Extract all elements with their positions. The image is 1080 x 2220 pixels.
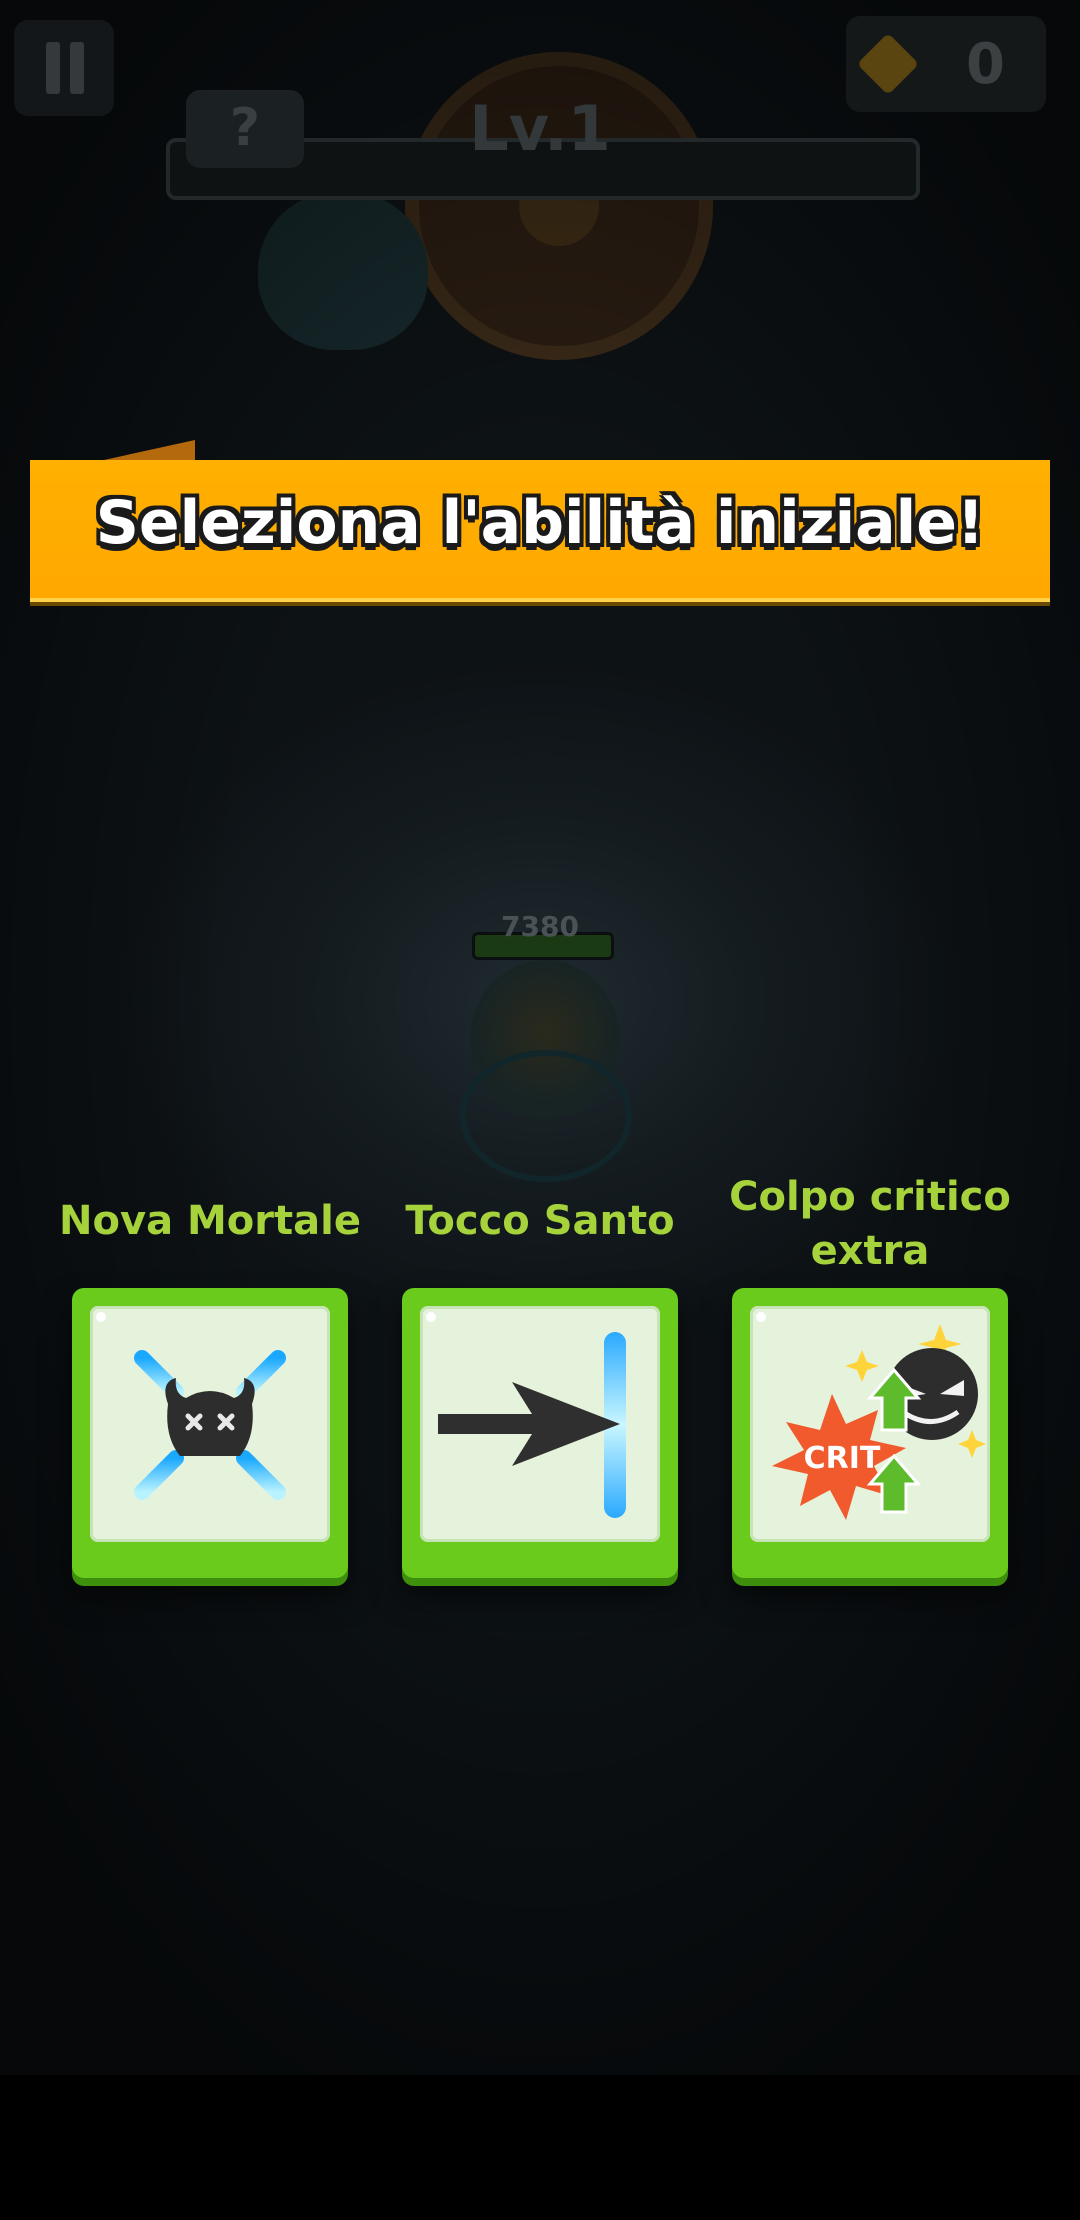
banner-title: Seleziona l'abilità iniziale! (95, 488, 985, 558)
death-nova-icon (108, 1326, 312, 1524)
crit-boost-icon: CRIT (772, 1324, 986, 1520)
level-label: Lv.1 (469, 92, 611, 165)
help-button[interactable]: ? (186, 90, 304, 168)
crit-badge: CRIT (804, 1441, 881, 1476)
skill-name: Colpo critico extra (729, 1174, 1011, 1274)
holy-touch-icon (438, 1332, 626, 1518)
pause-button[interactable] (14, 20, 114, 116)
help-label: ? (229, 98, 261, 158)
bottom-bar (0, 2075, 1080, 2220)
skill-card[interactable] (402, 1288, 678, 1578)
game-scene: 7380 0 ? Lv.1 Seleziona l'abilità inizia… (0, 0, 1080, 2075)
skill-card[interactable]: CRIT (732, 1288, 1008, 1578)
title-banner: Seleziona l'abilità iniziale! (30, 460, 1050, 602)
skill-name: Tocco Santo (405, 1198, 675, 1244)
skill-name: Nova Mortale (59, 1198, 361, 1244)
gem-counter: 0 (846, 16, 1046, 112)
pause-icon (46, 42, 60, 94)
gem-icon (856, 32, 920, 96)
skill-card[interactable] (72, 1288, 348, 1578)
gem-count: 0 (966, 32, 1005, 97)
